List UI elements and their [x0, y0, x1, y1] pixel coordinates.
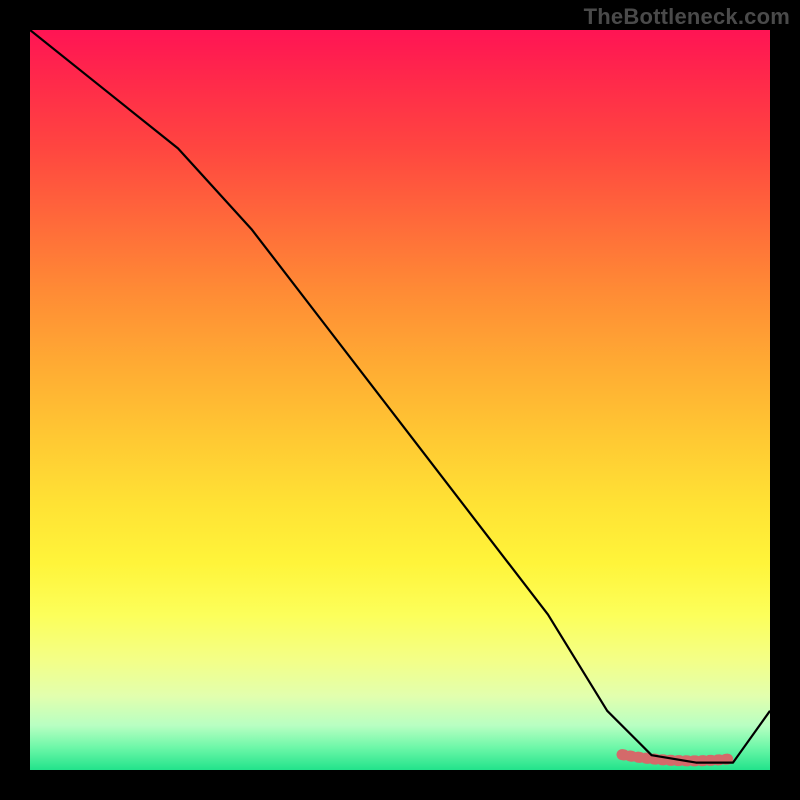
plot-area: [30, 30, 770, 770]
curve-layer: [30, 30, 770, 770]
bottleneck-curve: [30, 30, 770, 763]
chart-frame: TheBottleneck.com: [0, 0, 800, 800]
watermark-label: TheBottleneck.com: [584, 4, 790, 30]
